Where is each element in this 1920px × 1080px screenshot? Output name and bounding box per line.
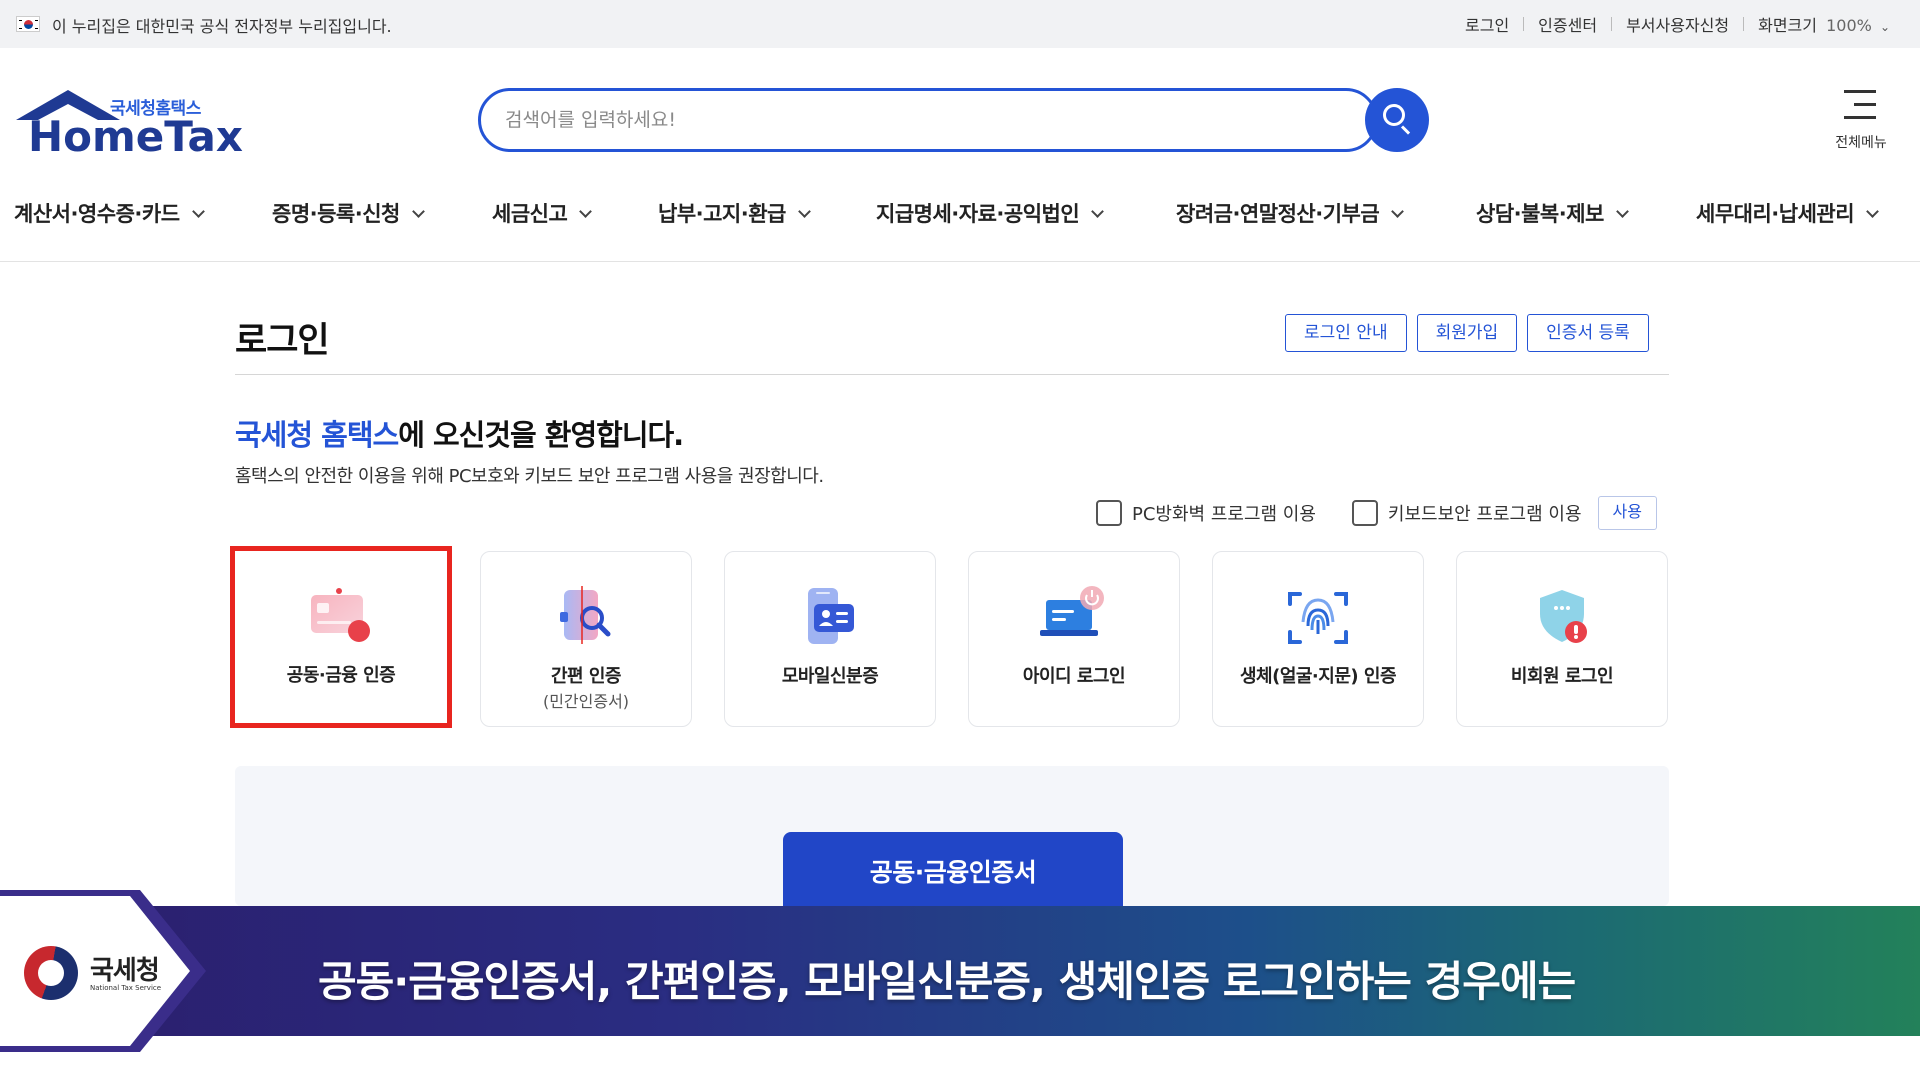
gnb-label: 계산서·영수증·카드 — [14, 202, 180, 226]
chevron-down-icon — [1391, 205, 1405, 218]
all-menu-label: 전체메뉴 — [1835, 135, 1887, 151]
badge-english-name: National Tax Service — [90, 984, 162, 992]
page-title: 로그인 — [235, 321, 330, 361]
all-menu-button[interactable]: 전체메뉴 — [1826, 86, 1896, 156]
gnb-label: 상담·불복·제보 — [1476, 202, 1604, 226]
badge-name: 국세청 — [90, 956, 160, 986]
hometax-logo[interactable]: 국세청홈택스 HomeTax — [14, 90, 243, 161]
login-methods: 공동·금융 인증 간편 인증 (민간인증서) 모바일신분증 아이디 로그인 생체… — [230, 546, 1669, 728]
gnb-item-consult[interactable]: 상담·불복·제보 — [1476, 198, 1629, 228]
gov-link-dept-user[interactable]: 부서사용자신청 — [1612, 12, 1743, 36]
gnb-item-tax-agent[interactable]: 세무대리·납세관리 — [1696, 198, 1879, 228]
search-icon — [1383, 104, 1405, 126]
keyboard-security-checkbox[interactable] — [1351, 500, 1378, 526]
keyboard-security-label: 키보드보안 프로그램 이용 — [1387, 504, 1582, 525]
welcome-subtext: 홈택스의 안전한 이용을 위해 PC보호와 키보드 보안 프로그램 사용을 권장… — [235, 466, 824, 487]
chevron-down-icon — [579, 205, 593, 218]
zoom-label: 화면크기 — [1758, 16, 1817, 35]
method-label: 모바일신분증 — [781, 666, 879, 687]
joint-financial-cert-button[interactable]: 공동·금융인증서 — [783, 832, 1123, 912]
method-guest-login[interactable]: 비회원 로그인 — [1456, 551, 1668, 727]
search-button[interactable] — [1365, 88, 1429, 152]
method-id-login[interactable]: 아이디 로그인 — [968, 551, 1180, 727]
id-login-icon — [1040, 586, 1104, 636]
gnb-label: 납부·고지·환급 — [658, 202, 786, 226]
caption-text: 공동·금융인증서, 간편인증, 모바일신분증, 생체인증 로그인하는 경우에는 — [318, 957, 1576, 1006]
firewall-checkbox[interactable] — [1096, 500, 1122, 526]
gov-links: 로그인 인증센터 부서사용자신청 화면크기 100% ⌄ — [1451, 12, 1890, 36]
method-label: 생체(얼굴·지문) 인증 — [1239, 666, 1397, 687]
firewall-label: PC방화벽 프로그램 이용 — [1132, 504, 1316, 525]
search-box — [478, 88, 1378, 152]
mobile-id-icon — [808, 588, 854, 644]
chevron-down-icon — [1866, 205, 1879, 218]
login-guide-button[interactable]: 로그인 안내 — [1285, 314, 1407, 352]
nts-badge: 국세청 National Tax Service — [0, 890, 220, 1052]
gnb-label: 장려금·연말정산·기부금 — [1176, 202, 1380, 226]
gnb-item-certificate[interactable]: 증명·등록·신청 — [272, 198, 425, 228]
korea-flag-icon — [16, 16, 40, 32]
chevron-down-icon — [1091, 205, 1105, 218]
gnb-item-invoice[interactable]: 계산서·영수증·카드 — [14, 198, 205, 228]
global-nav: 계산서·영수증·카드 증명·등록·신청 세금신고 납부·고지·환급 지급명세·자… — [0, 190, 1920, 262]
cert-card-icon — [311, 588, 370, 642]
welcome-heading: 국세청 홈택스에 오신것을 환영합니다. — [235, 412, 684, 454]
chevron-down-icon: ⌄ — [1879, 20, 1890, 34]
gnb-label: 세금신고 — [492, 202, 568, 226]
nts-emblem-center — [38, 960, 64, 986]
method-sublabel: (민간인증서) — [542, 692, 630, 711]
chevron-down-icon — [412, 205, 425, 218]
method-simple-auth[interactable]: 간편 인증 (민간인증서) — [480, 551, 692, 727]
search-icon-handle — [1400, 125, 1411, 135]
welcome-rest: 에 오신것을 환영합니다. — [398, 418, 684, 452]
method-label: 아이디 로그인 — [1022, 666, 1126, 687]
gov-link-login[interactable]: 로그인 — [1451, 12, 1523, 36]
logo-title: HomeTax — [28, 112, 243, 161]
gnb-label: 세무대리·납세관리 — [1696, 202, 1855, 226]
method-label: 비회원 로그인 — [1510, 666, 1614, 687]
chevron-down-icon — [798, 205, 811, 218]
chevron-down-icon — [1616, 205, 1629, 218]
gnb-label: 증명·등록·신청 — [272, 202, 400, 226]
login-top-buttons: 로그인 안내 회원가입 인증서 등록 — [1285, 314, 1649, 352]
security-use-button[interactable]: 사용 — [1597, 496, 1657, 530]
gnb-item-tax-report[interactable]: 세금신고 — [492, 198, 593, 228]
simple-auth-icon — [560, 586, 611, 644]
gov-link-cert-center[interactable]: 인증센터 — [1524, 12, 1611, 36]
method-label: 간편 인증 — [550, 666, 622, 687]
zoom-value: 100% — [1826, 16, 1872, 35]
hamburger-icon — [1844, 90, 1876, 129]
method-label: 공동·금융 인증 — [286, 665, 396, 686]
biometric-icon — [1288, 592, 1348, 644]
method-mobile-id[interactable]: 모바일신분증 — [724, 551, 936, 727]
signup-button[interactable]: 회원가입 — [1416, 314, 1518, 352]
search-input[interactable] — [505, 105, 1205, 135]
gnb-item-year-end[interactable]: 장려금·연말정산·기부금 — [1176, 198, 1405, 228]
gov-banner: 이 누리집은 대한민국 공식 전자정부 누리집입니다. 로그인 인증센터 부서사… — [0, 0, 1920, 48]
guest-shield-icon — [1540, 590, 1587, 643]
security-options: PC방화벽 프로그램 이용 키보드보안 프로그램 이용 사용 — [1096, 496, 1657, 530]
zoom-select[interactable]: 화면크기 100% ⌄ — [1744, 12, 1890, 36]
welcome-highlight: 국세청 홈택스 — [235, 418, 399, 452]
divider — [235, 374, 1669, 375]
method-joint-financial-cert[interactable]: 공동·금융 인증 — [230, 546, 452, 728]
gnb-item-statements[interactable]: 지급명세·자료·공익법인 — [876, 198, 1105, 228]
gnb-label: 지급명세·자료·공익법인 — [876, 202, 1080, 226]
gnb-item-payment[interactable]: 납부·고지·환급 — [658, 198, 811, 228]
gov-banner-text: 이 누리집은 대한민국 공식 전자정부 누리집입니다. — [52, 17, 392, 36]
chevron-down-icon — [191, 205, 205, 218]
cert-register-button[interactable]: 인증서 등록 — [1527, 314, 1649, 352]
method-biometric[interactable]: 생체(얼굴·지문) 인증 — [1212, 551, 1424, 727]
